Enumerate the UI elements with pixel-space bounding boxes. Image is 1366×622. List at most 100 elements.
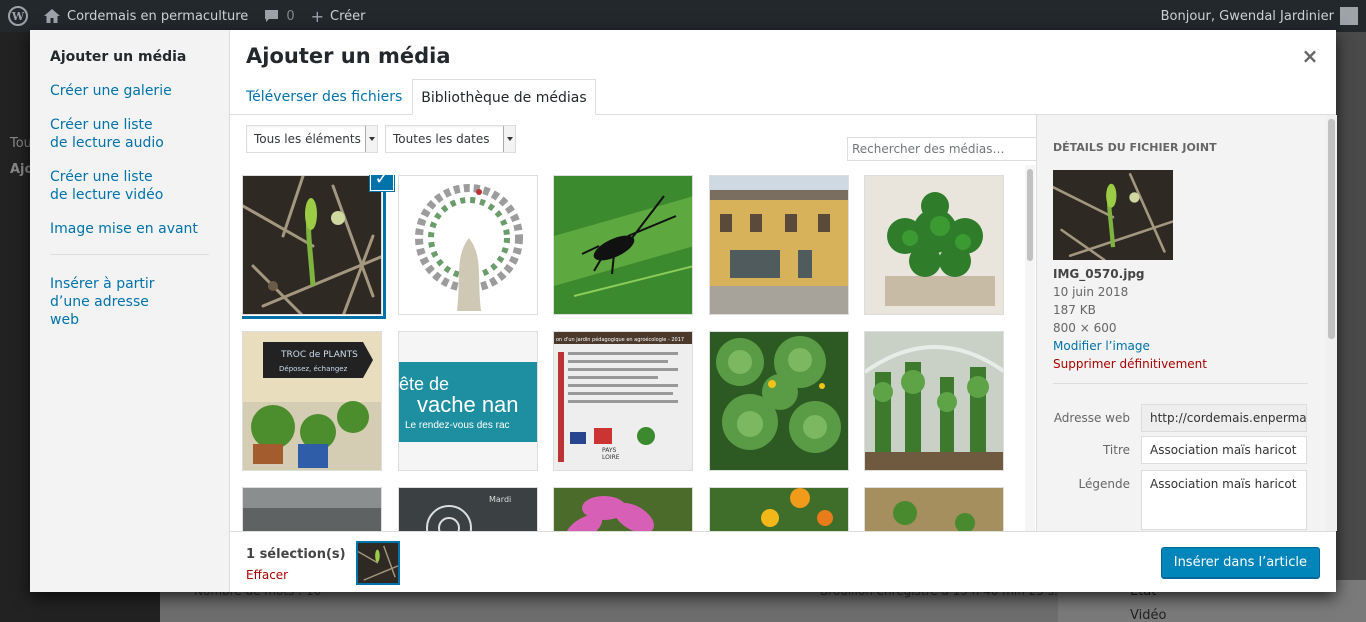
account-menu[interactable]: Bonjour, Gwendal Jardinier: [1153, 0, 1366, 32]
scrollbar-thumb[interactable]: [1328, 119, 1335, 339]
plus-icon: +: [310, 6, 324, 26]
menu-item-featured-image[interactable]: Image mise en avant: [30, 220, 229, 238]
menu-item-create-video-playlist[interactable]: Créer une liste de lecture vidéo: [30, 168, 190, 204]
attachment-thumbnail[interactable]: [709, 331, 849, 471]
attachment-thumbnail[interactable]: [242, 487, 382, 531]
media-modal: Ajouter un média Créer une galerie Créer…: [30, 30, 1337, 592]
insert-into-post-button[interactable]: Insérer dans l’article: [1160, 547, 1320, 579]
scrollbar-thumb[interactable]: [1027, 169, 1033, 261]
media-toolbar: Tous les éléments m Toutes les dates Rec…: [246, 125, 1037, 161]
sign-text: TROC de PLANTS: [280, 350, 358, 360]
site-name: Cordemais en permaculture: [67, 8, 249, 24]
attachment-thumbnail[interactable]: ête de vache nan Le rendez-vous des rac: [398, 331, 538, 471]
attachment-thumbnail[interactable]: [864, 331, 1004, 471]
avatar: [1340, 7, 1358, 25]
beetle-on-leaf-photo: [554, 176, 692, 314]
video-label: Vidéo: [1130, 608, 1167, 622]
modal-title: Ajouter un média: [246, 44, 451, 68]
banner-line-3: Le rendez-vous des rac: [405, 420, 510, 431]
new-content-link[interactable]: + Créer: [303, 0, 374, 32]
attachment-thumbnail[interactable]: [709, 487, 849, 531]
tab-upload-files[interactable]: Téléverser des fichiers: [238, 79, 410, 115]
bean-sprout-photo: [243, 176, 381, 314]
attachment-thumbnail[interactable]: [398, 175, 538, 315]
details-heading: Détails du fichier joint: [1053, 141, 1217, 154]
menu-item-create-audio-playlist[interactable]: Créer une liste de lecture audio: [30, 116, 190, 152]
banner-line-1: ête de: [399, 374, 449, 394]
strawberry-plant-photo: [865, 176, 1003, 314]
home-icon: [44, 9, 60, 23]
title-label: Titre: [1102, 443, 1130, 457]
vache-nantaise-banner: ête de vache nan Le rendez-vous des rac: [399, 332, 537, 470]
marigold-photo: [710, 488, 848, 531]
caption-label: Légende: [1078, 477, 1130, 491]
attachment-details-sidebar: Détails du fichier joint IMG_0570.jpg: [1036, 115, 1337, 531]
attachment-thumbnail[interactable]: [553, 175, 693, 315]
attachments-grid: ✓ TROC de PLANTS Déposez, échangez ête d…: [242, 175, 1020, 531]
attachment-thumbnail[interactable]: [709, 175, 849, 315]
edit-image-link[interactable]: Modifier l’image: [1053, 337, 1150, 355]
attachment-thumbnail[interactable]: [864, 487, 1004, 531]
checkmark-icon[interactable]: ✓: [370, 175, 394, 191]
menu-item-insert-from-url[interactable]: Insérer à partir d’une adresse web: [30, 275, 190, 329]
media-menu: Ajouter un média Créer une galerie Créer…: [30, 30, 230, 592]
poster-label: PAYS: [602, 447, 617, 454]
media-frame: Ajouter un média × Téléverser des fichie…: [230, 30, 1337, 592]
media-library-content: Tous les éléments m Toutes les dates Rec…: [230, 115, 1337, 531]
greeting: Bonjour, Gwendal Jardinier: [1160, 8, 1334, 24]
search-input[interactable]: Rechercher des médias…: [847, 137, 1037, 161]
attachment-thumbnail[interactable]: Mardi: [398, 487, 538, 531]
comments-link[interactable]: 0: [256, 0, 302, 32]
title-field[interactable]: Association maïs haricot: [1141, 436, 1307, 464]
details-thumbnail: [1053, 170, 1173, 260]
new-label: Créer: [330, 8, 366, 24]
chalk-text: Mardi: [489, 495, 511, 504]
greenhouse-photo: [865, 332, 1003, 470]
clear-selection-link[interactable]: Effacer: [246, 568, 288, 582]
delete-permanently-link[interactable]: Supprimer définitivement: [1053, 355, 1207, 373]
bg-menu-partial: Tou: [10, 136, 32, 151]
date-filter-value: Toutes les dates: [393, 132, 490, 146]
attachment-thumbnail[interactable]: on d'un jardin pédagogique en agroécolog…: [553, 331, 693, 471]
squash-plants-photo: [710, 332, 848, 470]
media-footer-toolbar: 1 sélection(s) Effacer Insérer dans l’ar…: [230, 531, 1336, 592]
admin-bar: W Cordemais en permaculture 0 + Créer Bo…: [0, 0, 1366, 32]
tree-logo-image: [399, 176, 537, 314]
poster-label: LOIRE: [602, 454, 620, 461]
chevron-down-icon: [365, 126, 377, 152]
blackboard-photo: [243, 488, 381, 531]
attachment-thumbnail[interactable]: TROC de PLANTS Déposez, échangez: [242, 331, 382, 471]
attachment-thumbnail[interactable]: [553, 487, 693, 531]
divider: [1053, 383, 1308, 384]
straw-mulch-photo: [865, 488, 1003, 531]
grid-scrollbar[interactable]: [1025, 165, 1035, 531]
comments-count: 0: [286, 8, 295, 24]
menu-item-add-media[interactable]: Ajouter un média: [30, 48, 210, 66]
banner-line-2: vache nan: [417, 392, 519, 417]
file-size: 187 KB: [1053, 303, 1096, 317]
caption-field[interactable]: Association maïs haricot: [1141, 470, 1307, 530]
menu-separator: [50, 254, 209, 255]
sign-subtext: Déposez, échangez: [279, 365, 348, 373]
upload-date: 10 juin 2018: [1053, 285, 1129, 299]
menu-item-create-gallery[interactable]: Créer une galerie: [30, 82, 229, 100]
date-filter-select[interactable]: Toutes les dates: [385, 125, 516, 153]
cosmos-flower-photo: [554, 488, 692, 531]
file-name: IMG_0570.jpg: [1053, 267, 1145, 281]
type-filter-value: Tous les éléments m: [254, 132, 377, 146]
village-building-photo: [710, 176, 848, 314]
url-label: Adresse web: [1053, 411, 1130, 425]
close-icon[interactable]: ×: [1300, 46, 1320, 66]
type-filter-select[interactable]: Tous les éléments m: [246, 125, 378, 153]
dimensions: 800 × 600: [1053, 321, 1117, 335]
attachment-thumbnail[interactable]: [864, 175, 1004, 315]
url-field[interactable]: http://cordemais.enpermac: [1141, 404, 1307, 432]
selection-count: 1 sélection(s): [246, 547, 346, 562]
site-name-link[interactable]: Cordemais en permaculture: [36, 0, 256, 32]
wordpress-logo-icon[interactable]: W: [0, 0, 36, 32]
tab-media-library[interactable]: Bibliothèque de médias: [412, 79, 596, 115]
selected-attachment-thumbnail[interactable]: [356, 541, 400, 585]
plant-swap-sign-photo: TROC de PLANTS Déposez, échangez: [243, 332, 381, 470]
attachment-thumbnail[interactable]: [242, 175, 382, 315]
sidebar-scrollbar[interactable]: [1326, 115, 1337, 531]
